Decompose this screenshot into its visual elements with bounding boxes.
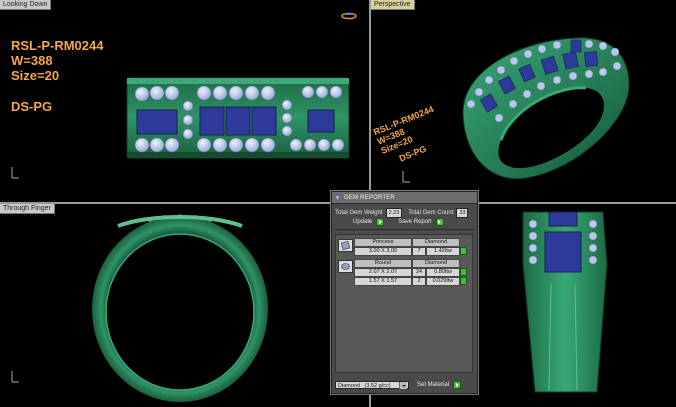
- spec-code: RSL-P-RM0244: [11, 38, 104, 53]
- material-select-density: (3.52 g/cc): [364, 383, 391, 389]
- stone-size: 2.07 X 2.07: [354, 268, 412, 277]
- stone-size: 3.00 X 3.00: [354, 247, 412, 256]
- stone-size: 1.57 X 1.57: [354, 277, 412, 286]
- stone-count: 24: [412, 268, 426, 277]
- spec-size: Size=20: [11, 68, 60, 83]
- material-select[interactable]: Diamond (3.52 g/cc): [335, 381, 409, 389]
- ring-side-view: [92, 214, 268, 402]
- chevron-down-icon[interactable]: [399, 382, 407, 389]
- gem-icon: [334, 194, 341, 201]
- save-report-label: Save Report: [398, 219, 432, 225]
- material-header: Diamond: [412, 259, 460, 268]
- stone-count: 2: [412, 277, 426, 286]
- shape-header: Princess: [354, 238, 412, 247]
- viewport-through-finger[interactable]: Through Finger: [0, 204, 369, 407]
- select-stones-button[interactable]: [460, 277, 467, 285]
- stone-weight: 0.80ttw: [426, 268, 460, 277]
- total-gem-count-value: 33: [456, 207, 469, 218]
- gem-group-princess[interactable]: Princess Diamond 3.00 X 3.00 7 1.42ttw: [338, 238, 467, 256]
- princess-cut-icon: [338, 239, 353, 252]
- total-gem-weight-label: Total Gem Weight: [335, 209, 383, 216]
- ring-thumbnail-icon: [341, 12, 357, 20]
- spec-weight: W=388: [11, 53, 53, 68]
- material-header: Diamond: [412, 238, 460, 247]
- material-select-value: Diamond: [338, 383, 361, 389]
- gem-reporter-panel[interactable]: GEM REPORTER Total Gem Weight 2.23 Total…: [331, 191, 478, 394]
- set-material-button[interactable]: [453, 381, 462, 389]
- set-material-label: Set Material: [417, 382, 450, 388]
- viewport-looking-down[interactable]: Looking Down RSL-P-RM0244 W=388 Size=20 …: [0, 0, 369, 202]
- update-button[interactable]: [376, 218, 385, 226]
- ring-perspective-view: [462, 37, 630, 180]
- axis-gizmo-icon: [11, 371, 19, 383]
- material-row: Diamond (3.52 g/cc) Set Material: [335, 380, 474, 390]
- select-stones-button[interactable]: [460, 247, 467, 255]
- shape-header: Round: [354, 259, 412, 268]
- divider: [335, 229, 474, 230]
- axis-gizmo-icon: [11, 167, 19, 179]
- totals-row: Total Gem Weight 2.23 Total Gem Count 33: [335, 207, 474, 218]
- update-label: Update: [353, 219, 373, 225]
- axis-gizmo-icon: [402, 171, 410, 183]
- stone-weight: 1.42ttw: [426, 247, 460, 256]
- gem-reporter-title: GEM REPORTER: [344, 194, 395, 201]
- gem-reporter-titlebar[interactable]: GEM REPORTER: [332, 192, 477, 204]
- total-gem-weight-value: 2.23: [385, 207, 403, 218]
- viewport-perspective[interactable]: Perspective: [371, 0, 676, 202]
- total-gem-count-label: Total Gem Count: [408, 209, 454, 216]
- stone-count: 7: [412, 247, 426, 256]
- spec-block: RSL-P-RM0244 W=388 Size=20 DS-PG: [11, 38, 103, 114]
- save-report-button[interactable]: [435, 218, 444, 226]
- actions-row: Update Save Report: [335, 218, 474, 226]
- gem-list[interactable]: Princess Diamond 3.00 X 3.00 7 1.42ttw R…: [335, 234, 473, 373]
- gem-group-round[interactable]: Round Diamond 2.07 X 2.07 24 0.80ttw 1.5…: [338, 259, 467, 286]
- round-cut-icon: [338, 260, 353, 273]
- stone-weight: 0.029ttw: [426, 277, 460, 286]
- spec-metal: DS-PG: [11, 99, 53, 114]
- select-stones-button[interactable]: [460, 268, 467, 276]
